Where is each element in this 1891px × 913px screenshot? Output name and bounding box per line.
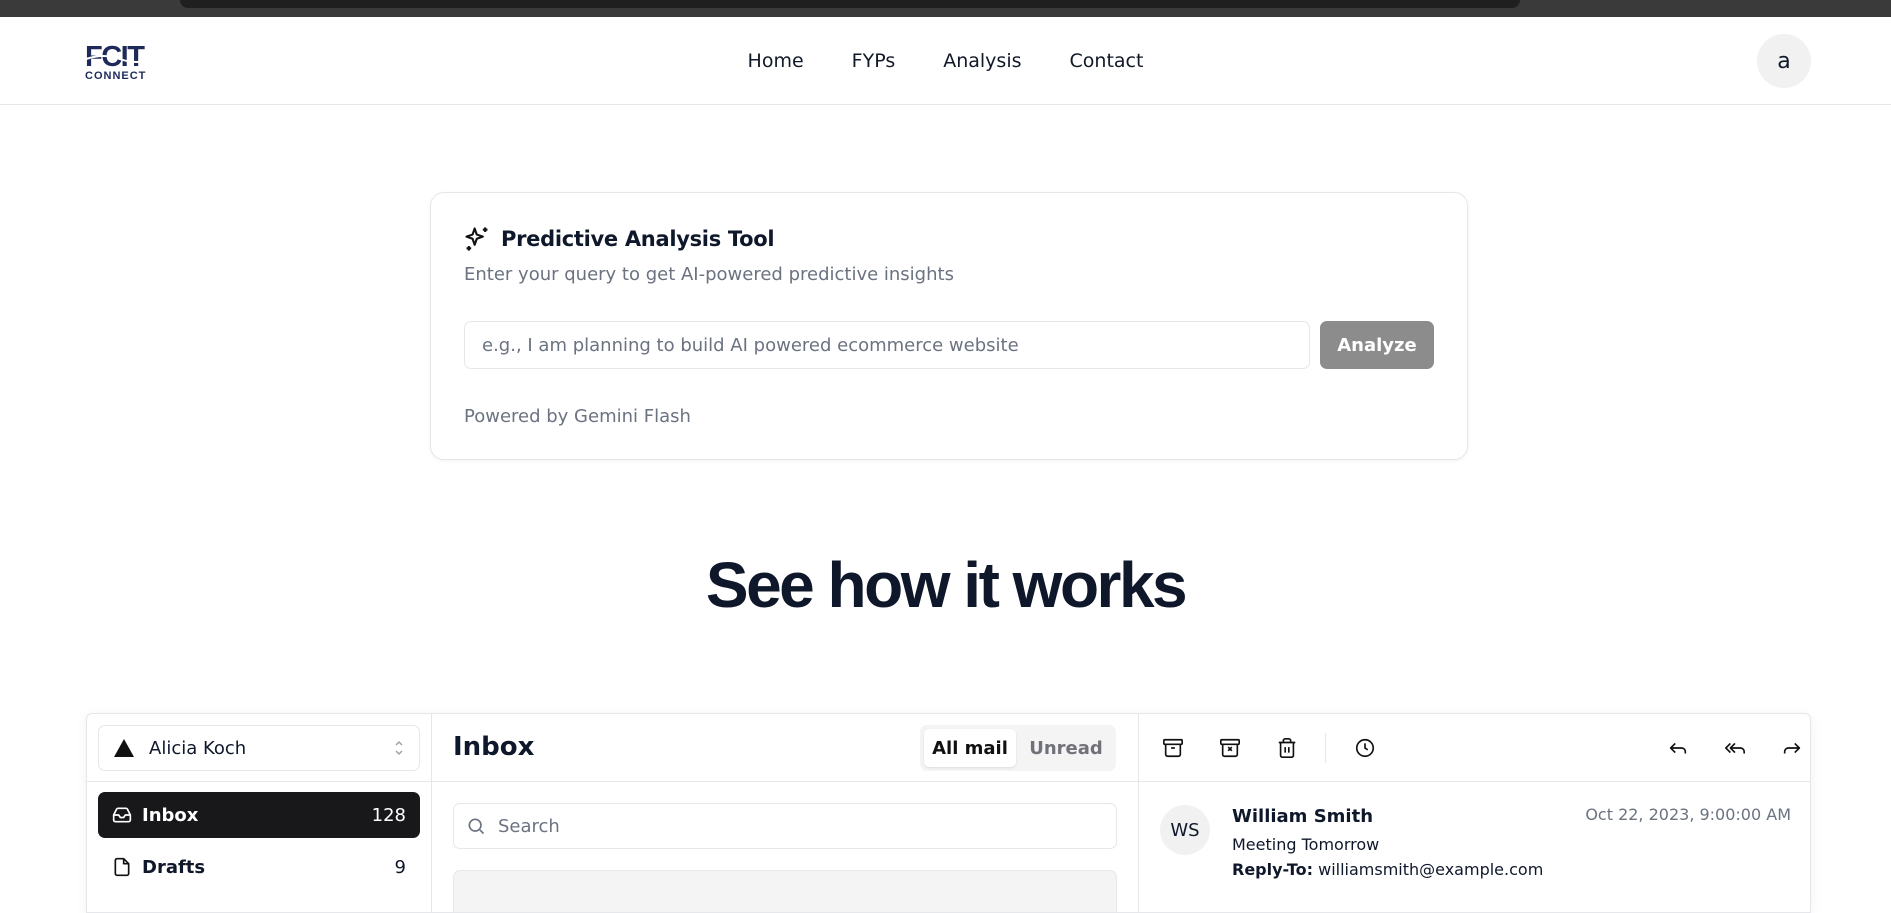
chevrons-up-down-icon [393,738,405,758]
card-title: Predictive Analysis Tool [463,225,775,253]
reply-to-line: Reply-To: williamsmith@example.com [1232,860,1543,879]
archive-x-icon[interactable] [1215,733,1245,763]
reply-icon[interactable] [1663,733,1693,763]
mail-search [453,803,1117,849]
sidebar-item-count: 9 [394,856,406,878]
browser-address-bar [180,0,1520,8]
reply-all-icon[interactable] [1720,733,1750,763]
mail-subject: Meeting Tomorrow [1232,835,1380,854]
triangle-logo-icon [113,738,135,758]
file-icon [112,857,132,877]
account-switcher[interactable]: Alicia Koch [98,725,420,771]
reply-to-address: williamsmith@example.com [1318,860,1544,879]
sidebar-item-inbox[interactable]: Inbox 128 [98,792,420,838]
powered-by-text: Powered by Gemini Flash [464,406,691,427]
mail-date: Oct 22, 2023, 9:00:00 AM [1585,805,1791,824]
nav-home[interactable]: Home [748,50,804,72]
inbox-icon [112,805,132,825]
main-nav: Home FYPs Analysis Contact [0,17,1891,105]
nav-fyps[interactable]: FYPs [852,50,896,72]
tab-all-mail[interactable]: All mail [924,729,1016,767]
toolbar-separator [1325,733,1326,763]
sidebar-item-label: Inbox [142,804,199,826]
search-icon [466,816,486,836]
list-divider [432,781,1138,782]
sidebar-divider [87,781,431,782]
site-header: FCIT CONNECT Home FYPs Analysis Contact … [0,17,1891,105]
sidebar-item-label: Drafts [142,856,206,878]
card-subtitle: Enter your query to get AI-powered predi… [464,264,954,285]
mail-list-panel: Inbox All mail Unread [432,714,1139,912]
mail-detail-panel: WS William Smith Meeting Tomorrow Reply-… [1139,714,1810,912]
sidebar-item-count: 128 [371,804,406,826]
user-avatar-button[interactable]: a [1757,34,1811,88]
nav-analysis[interactable]: Analysis [943,50,1021,72]
detail-divider [1139,781,1810,782]
account-name: Alicia Koch [149,737,247,759]
inbox-title: Inbox [453,732,535,762]
search-input[interactable] [498,815,1104,837]
analyze-button[interactable]: Analyze [1320,321,1434,369]
clock-icon[interactable] [1350,733,1380,763]
mail-sidebar: Alicia Koch Inbox 128 Drafts 9 [87,714,432,912]
section-title: See how it works [705,549,1188,621]
trash-icon[interactable] [1272,733,1302,763]
sidebar-item-drafts[interactable]: Drafts 9 [98,844,420,890]
reply-to-label: Reply-To: [1232,860,1314,879]
avatar: WS [1160,805,1210,855]
browser-top-strip [0,0,1891,17]
forward-icon[interactable] [1777,733,1807,763]
predictive-analysis-card: Predictive Analysis Tool Enter your quer… [430,192,1468,460]
mail-demo-preview: Alicia Koch Inbox 128 Drafts 9 Inbox All… [86,713,1811,913]
query-input[interactable] [464,321,1310,369]
sender-name: William Smith [1232,806,1374,827]
mail-filter-tabs: All mail Unread [920,725,1116,771]
archive-icon[interactable] [1158,733,1188,763]
nav-contact[interactable]: Contact [1070,50,1144,72]
tab-unread[interactable]: Unread [1020,729,1112,767]
sparkles-icon [463,225,491,253]
card-title-text: Predictive Analysis Tool [501,227,775,251]
